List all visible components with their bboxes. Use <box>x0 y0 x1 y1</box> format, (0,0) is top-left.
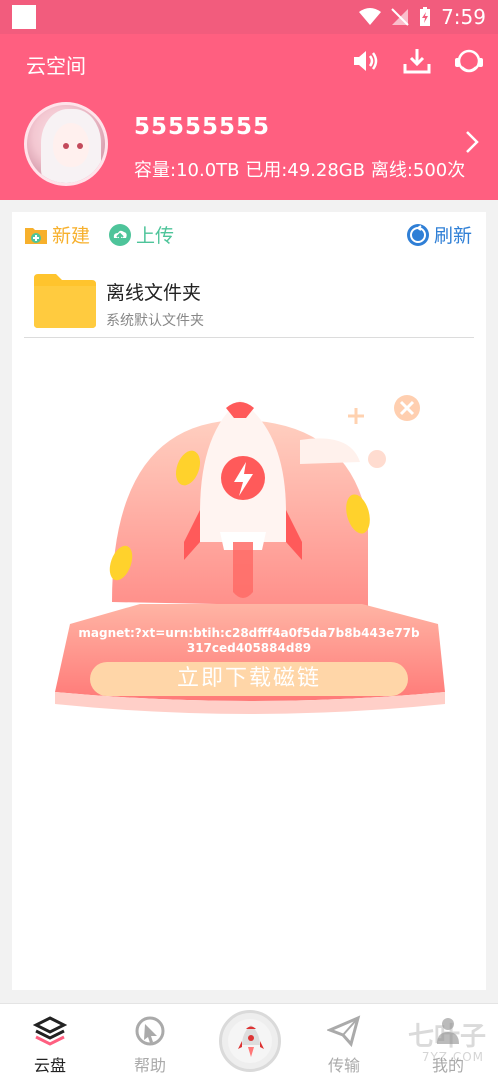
status-bar: 7:59 <box>0 0 498 34</box>
watermark-text: 七叶子 <box>407 1022 486 1052</box>
chevron-right-icon[interactable] <box>464 130 480 154</box>
upload-button[interactable]: 上传 <box>108 221 174 248</box>
refresh-label: 刷新 <box>433 225 472 247</box>
folder-subtitle: 系统默认文件夹 <box>106 313 204 329</box>
new-folder-button[interactable]: 新建 <box>24 221 90 248</box>
folder-icon <box>34 274 96 328</box>
upload-cloud-icon <box>109 223 131 246</box>
magnet-link-text: magnet:?xt=urn:btih:c28dfff4a0f5da7b8b44… <box>78 626 420 655</box>
new-folder-icon <box>25 227 47 244</box>
battery-icon <box>420 7 431 26</box>
rocket-icon <box>238 1025 264 1057</box>
username: 55555555 <box>134 114 271 140</box>
no-signal-icon <box>391 8 409 26</box>
speaker-icon[interactable] <box>350 46 380 76</box>
folder-name: 离线文件夹 <box>106 282 202 304</box>
tab-label: 传输 <box>327 1056 360 1075</box>
download-magnet-button[interactable]: 立即下载磁链 <box>90 662 408 696</box>
download-icon[interactable] <box>402 46 432 76</box>
tab-label: 云盘 <box>33 1056 66 1075</box>
help-cursor-icon <box>135 1016 165 1046</box>
new-folder-label: 新建 <box>52 225 91 247</box>
paper-plane-icon <box>327 1015 361 1048</box>
tab-label: 帮助 <box>133 1056 166 1075</box>
refresh-icon <box>406 223 429 246</box>
layers-icon <box>33 1016 67 1046</box>
wifi-icon <box>359 8 382 25</box>
avatar[interactable] <box>24 102 108 186</box>
watermark-url: 7YZ.COM <box>421 1050 484 1064</box>
headset-icon[interactable] <box>454 46 484 76</box>
tab-help[interactable]: 帮助 <box>110 1014 190 1076</box>
refresh-button[interactable]: 刷新 <box>406 221 472 248</box>
list-item[interactable]: 离线文件夹 系统默认文件夹 <box>24 258 474 338</box>
rocket-center-button[interactable] <box>219 1010 281 1072</box>
page-title: 云空间 <box>26 54 86 78</box>
tab-cloud-disk[interactable]: 云盘 <box>10 1014 90 1076</box>
notification-icon <box>12 5 36 29</box>
account-header: 云空间 55555555 容量:10.0TB 已用:49.28GB 离线:500… <box>0 34 498 200</box>
tab-transfer[interactable]: 传输 <box>304 1014 384 1076</box>
file-toolbar: 新建 上传 刷新 <box>12 212 486 258</box>
clock: 7:59 <box>441 5 486 29</box>
quota-info: 容量:10.0TB 已用:49.28GB 离线:500次 <box>134 160 466 181</box>
upload-label: 上传 <box>136 225 175 247</box>
